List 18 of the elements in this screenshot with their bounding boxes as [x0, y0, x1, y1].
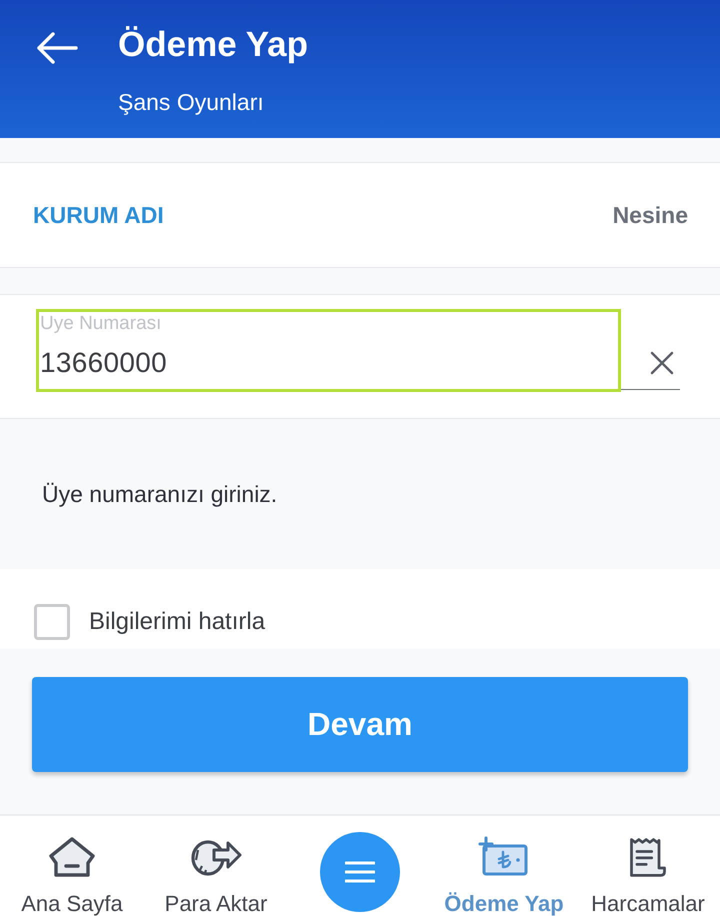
home-tab[interactable]: Ana Sayfa — [21, 836, 123, 917]
transfer-tab[interactable]: Para Aktar — [164, 836, 268, 917]
menu-icon — [345, 861, 375, 883]
field-value: 13660000 — [40, 347, 167, 379]
page-title: Ödeme Yap — [118, 24, 308, 66]
institution-value: Nesine — [612, 202, 688, 228]
close-icon — [650, 351, 674, 375]
back-arrow-icon — [36, 32, 78, 64]
clear-button[interactable] — [650, 351, 674, 375]
receipt-tab[interactable]: Harcamalar — [591, 836, 705, 917]
house-icon — [48, 836, 96, 878]
hint-text: Üye numaranızı giriniz. — [42, 480, 278, 508]
remember-label: Bilgilerimi hatırla — [89, 608, 266, 636]
remember-checkbox[interactable] — [34, 604, 70, 640]
page-subtitle: Şans Oyunları — [118, 88, 265, 116]
institution-label: KURUM ADI — [33, 202, 164, 228]
card-plus-icon — [478, 836, 530, 878]
field-label: Uye Numarası — [40, 312, 162, 336]
